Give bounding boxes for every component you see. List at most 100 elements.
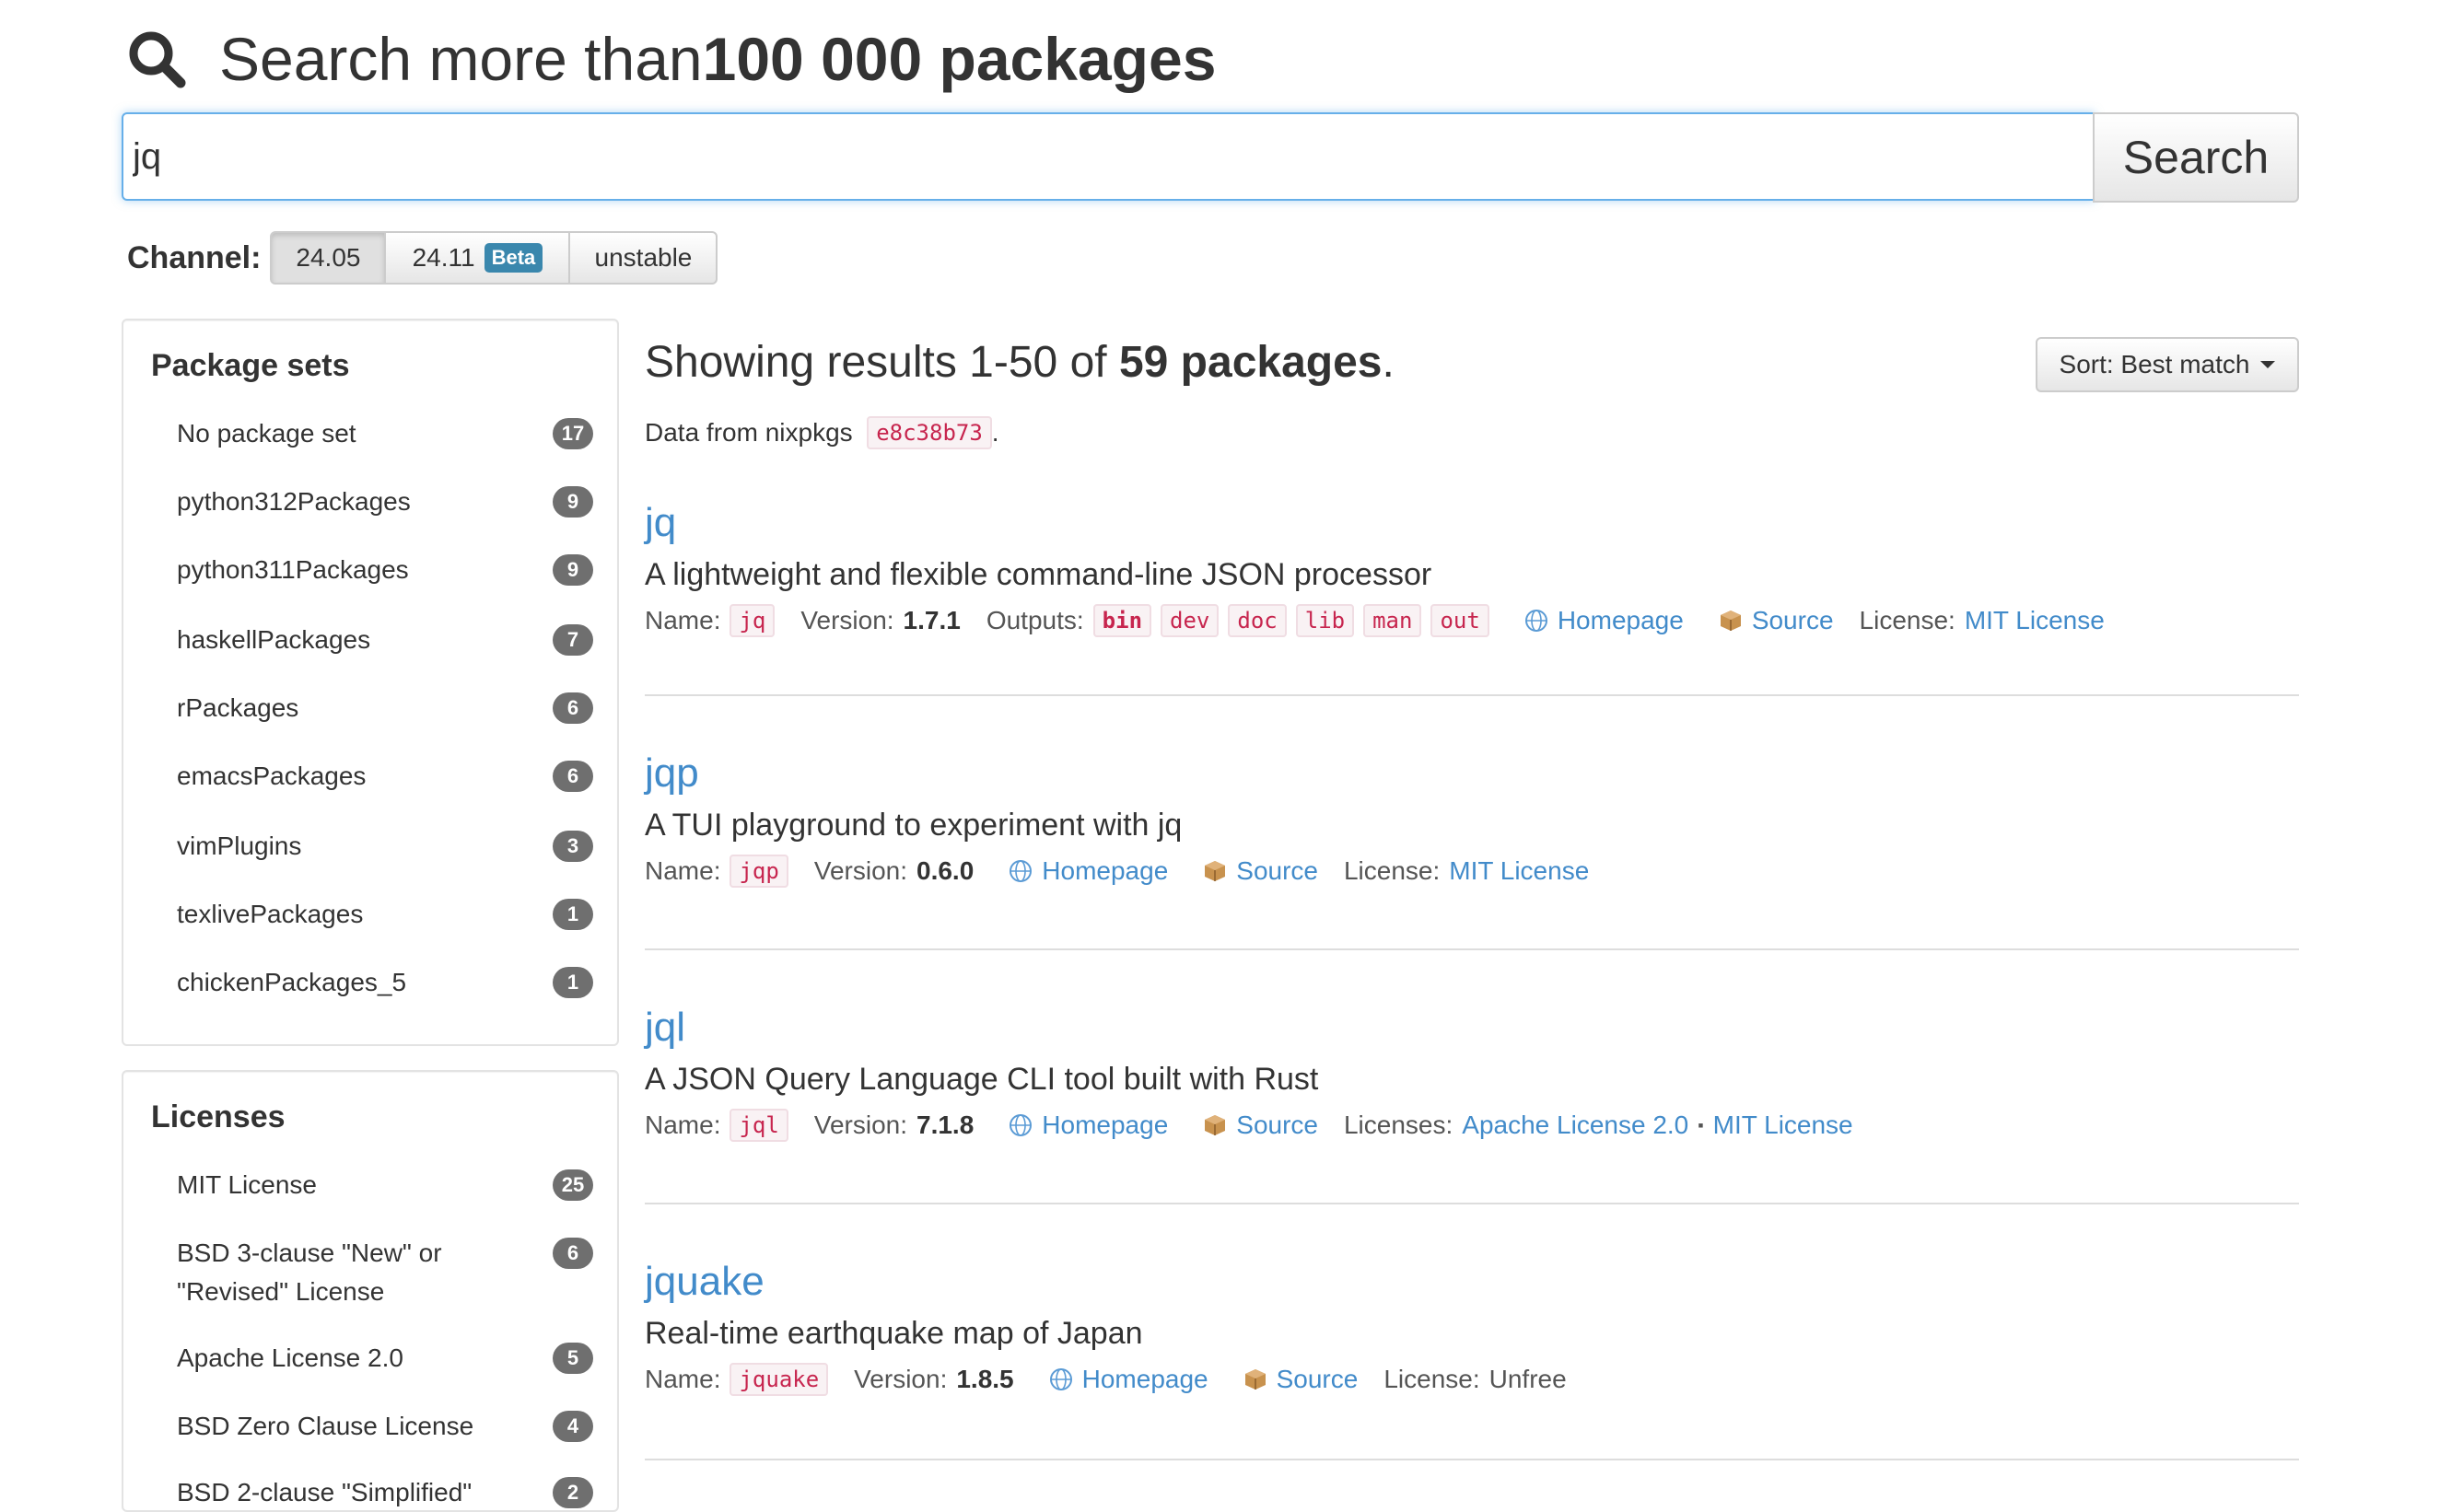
homepage-link[interactable]: Homepage	[1042, 856, 1168, 886]
output-bin[interactable]: bin	[1092, 604, 1152, 637]
results-summary: Showing results 1-50 of 59 packages.	[645, 338, 1395, 387]
count-badge: 9	[553, 486, 593, 518]
package-set-item[interactable]: haskellPackages 7	[177, 621, 593, 659]
package-description: Real-time earthquake map of Japan	[645, 1316, 1143, 1351]
title-prefix: Search more than	[219, 25, 703, 93]
license-link[interactable]: MIT License	[1449, 856, 1589, 886]
attr-name: jqp	[730, 855, 788, 888]
license-item[interactable]: BSD 2-clause "Simplified" 2	[177, 1473, 593, 1512]
package-name-link[interactable]: jq	[645, 497, 2299, 549]
license-link[interactable]: Apache License 2.0	[1462, 1111, 1688, 1140]
beta-badge: Beta	[484, 243, 543, 273]
channel-option-24-11[interactable]: 24.11 Beta	[384, 231, 571, 285]
attr-name: jq	[730, 604, 776, 637]
count-badge: 2	[553, 1477, 593, 1508]
source-link[interactable]: Source	[1277, 1365, 1359, 1394]
package-set-item[interactable]: python312Packages 9	[177, 483, 593, 521]
package-name-link[interactable]: jquake	[645, 1256, 2299, 1308]
page-title: Search more than 100 000 packages	[127, 20, 1216, 98]
channel-label: Channel:	[127, 239, 262, 275]
package-icon	[1205, 861, 1226, 881]
count-badge: 4	[553, 1411, 593, 1442]
homepage-link[interactable]: Homepage	[1042, 1111, 1168, 1140]
license-item[interactable]: Apache License 2.0 5	[177, 1339, 593, 1378]
result-divider	[645, 1459, 2299, 1460]
globe-icon	[1524, 610, 1547, 632]
output-out[interactable]: out	[1430, 604, 1489, 637]
search-input[interactable]	[122, 112, 2095, 201]
package-result: jquake Real-time earthquake map of Japan…	[645, 1256, 2299, 1396]
package-meta: Name: jqp Version: 0.6.0 Homepage Source L…	[645, 855, 2299, 888]
package-name-link[interactable]: jqp	[645, 748, 2299, 799]
package-result: jq A lightweight and flexible command-li…	[645, 497, 2299, 637]
version-value: 7.1.8	[916, 1111, 975, 1139]
source-link[interactable]: Source	[1236, 856, 1318, 886]
package-icon	[1244, 1369, 1266, 1390]
globe-icon	[1010, 860, 1033, 882]
license-separator: ▪	[1698, 1115, 1704, 1134]
search-button[interactable]: Search	[2093, 112, 2299, 203]
count-badge: 6	[553, 761, 593, 792]
count-badge: 6	[553, 1238, 593, 1269]
package-result: jqp A TUI playground to experiment with …	[645, 748, 2299, 888]
package-meta: Name: jq Version: 1.7.1 Outputs: bin dev d…	[645, 604, 2299, 637]
source-link[interactable]: Source	[1752, 606, 1834, 635]
count-badge: 1	[553, 899, 593, 930]
attr-name: jql	[730, 1109, 788, 1142]
package-set-item[interactable]: texlivePackages 1	[177, 895, 593, 934]
result-divider	[645, 1203, 2299, 1204]
data-source: Data from nixpkgs e8c38b73.	[645, 416, 999, 449]
attr-name: jquake	[730, 1363, 829, 1396]
commit-hash: e8c38b73	[867, 416, 992, 449]
output-man[interactable]: man	[1363, 604, 1422, 637]
license-value: Unfree	[1488, 1365, 1567, 1393]
package-icon	[1205, 1115, 1226, 1135]
output-lib[interactable]: lib	[1295, 604, 1355, 637]
package-set-item[interactable]: chickenPackages_5 1	[177, 963, 593, 1002]
licenses-panel: Licenses MIT License 25 BSD 3-clause "New…	[122, 1070, 619, 1512]
result-divider	[645, 694, 2299, 696]
license-item[interactable]: BSD Zero Clause License 4	[177, 1407, 593, 1446]
package-sets-title: Package sets	[151, 348, 350, 383]
licenses-title: Licenses	[151, 1099, 286, 1134]
license-item[interactable]: MIT License 25	[177, 1166, 593, 1204]
count-badge: 6	[553, 692, 593, 724]
count-badge: 5	[553, 1343, 593, 1374]
count-badge: 9	[553, 554, 593, 586]
count-badge: 25	[553, 1169, 593, 1201]
channel-selector: Channel: 24.05 24.11 Beta unstable	[127, 230, 718, 285]
package-set-item[interactable]: python311Packages 9	[177, 551, 593, 589]
version-value: 1.7.1	[903, 606, 961, 634]
package-result: jql A JSON Query Language CLI tool built…	[645, 1002, 2299, 1142]
package-description: A TUI playground to experiment with jq	[645, 808, 1183, 843]
globe-icon	[1010, 1114, 1033, 1136]
license-link[interactable]: MIT License	[1965, 606, 2105, 635]
package-meta: Name: jquake Version: 1.8.5 Homepage Sourc…	[645, 1363, 2299, 1396]
license-item[interactable]: BSD 3-clause "New" or "Revised" License 6	[177, 1234, 593, 1311]
homepage-link[interactable]: Homepage	[1558, 606, 1684, 635]
source-link[interactable]: Source	[1236, 1111, 1318, 1140]
count-badge: 7	[553, 624, 593, 656]
package-set-item[interactable]: No package set 17	[177, 414, 593, 453]
channel-option-24-05[interactable]: 24.05	[270, 231, 387, 285]
homepage-link[interactable]: Homepage	[1082, 1365, 1208, 1394]
search-icon	[129, 31, 186, 88]
package-description: A JSON Query Language CLI tool built wit…	[645, 1062, 1319, 1097]
count-badge: 3	[553, 831, 593, 862]
package-set-item[interactable]: rPackages 6	[177, 689, 593, 727]
package-description: A lightweight and flexible command-line …	[645, 557, 1432, 592]
output-dev[interactable]: dev	[1161, 604, 1220, 637]
package-set-item[interactable]: emacsPackages 6	[177, 757, 593, 796]
sort-dropdown[interactable]: Sort: Best match	[2036, 337, 2299, 392]
version-value: 0.6.0	[916, 856, 975, 885]
caret-down-icon	[2260, 361, 2276, 368]
output-doc[interactable]: doc	[1228, 604, 1287, 637]
title-count: 100 000 packages	[702, 25, 1217, 93]
package-icon	[1720, 611, 1741, 631]
license-link[interactable]: MIT License	[1713, 1111, 1853, 1140]
package-set-item[interactable]: vimPlugins 3	[177, 827, 593, 866]
package-meta: Name: jql Version: 7.1.8 Homepage Source L…	[645, 1109, 2299, 1142]
version-value: 1.8.5	[956, 1365, 1014, 1393]
channel-option-unstable[interactable]: unstable	[568, 231, 718, 285]
package-name-link[interactable]: jql	[645, 1002, 2299, 1053]
